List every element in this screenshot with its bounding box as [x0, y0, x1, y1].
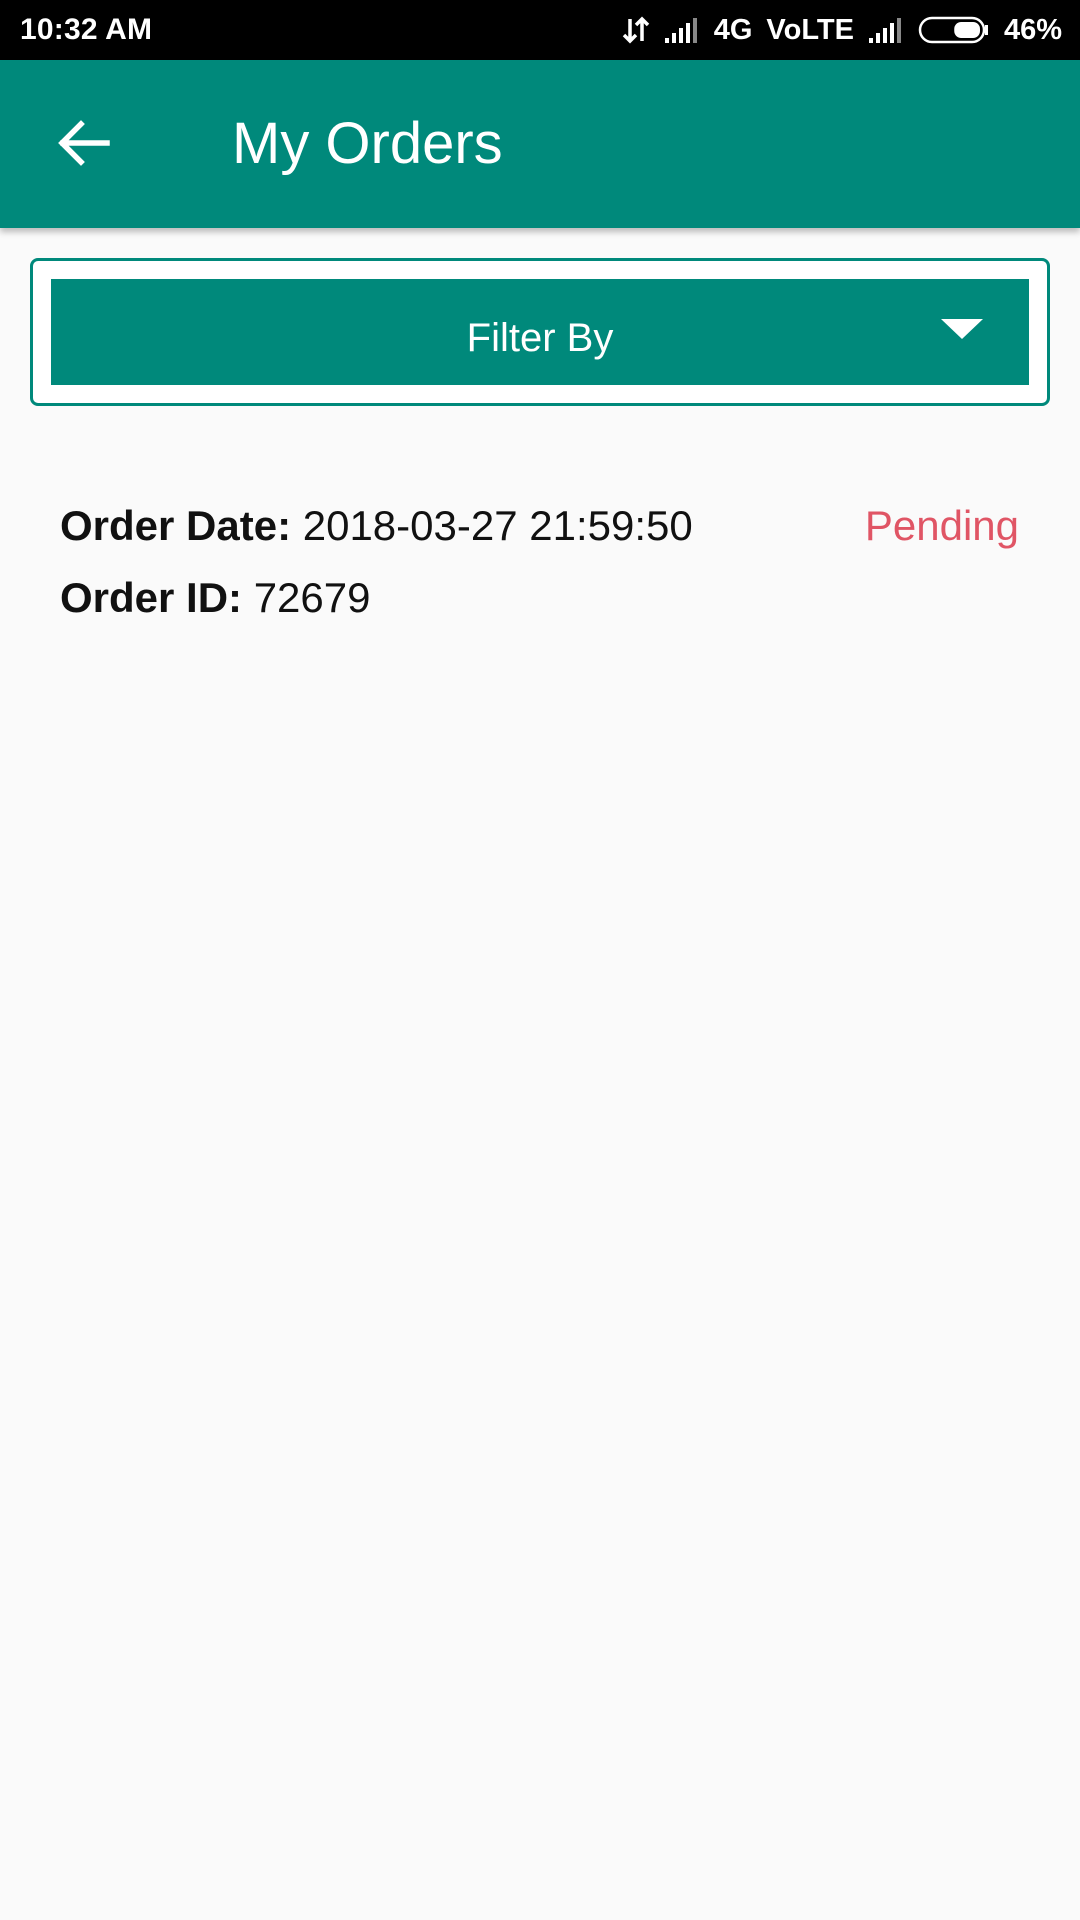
battery-percent: 46%: [1003, 13, 1062, 46]
status-icons: 4G VoLTE 46%: [622, 14, 1062, 47]
volte-label: VoLTE: [766, 13, 854, 46]
status-bar: 10:32 AM 4G VoLTE 46%: [0, 0, 1080, 60]
battery-fill: [954, 22, 980, 38]
arrow-left-icon: [57, 119, 111, 172]
order-date-label: Order Date:: [60, 502, 292, 549]
filter-dropdown[interactable]: Filter By: [51, 279, 1029, 385]
order-id: Order ID: 72679: [60, 574, 371, 622]
filter-container: Filter By: [30, 258, 1050, 406]
order-date-value: 2018-03-27 21:59:50: [302, 502, 693, 549]
signal-icon: [868, 16, 904, 44]
list-item[interactable]: Order Date: 2018-03-27 21:59:50 Order ID…: [0, 488, 1080, 638]
status-badge: Pending: [864, 502, 1019, 549]
order-id-label: Order ID:: [60, 574, 243, 621]
order-id-value: 72679: [253, 574, 371, 621]
app-bar: My Orders: [0, 60, 1080, 228]
filter-label: Filter By: [466, 316, 614, 360]
back-button[interactable]: [44, 110, 124, 180]
triangle-down-icon: [939, 317, 985, 346]
network-type: 4G: [713, 13, 753, 46]
data-transfer-icon: [622, 15, 650, 45]
signal-icon: [664, 16, 700, 44]
order-date: Order Date: 2018-03-27 21:59:50: [60, 502, 693, 550]
status-time: 10:32 AM: [20, 13, 153, 46]
page-title: My Orders: [232, 111, 503, 176]
battery-icon: [918, 15, 990, 45]
